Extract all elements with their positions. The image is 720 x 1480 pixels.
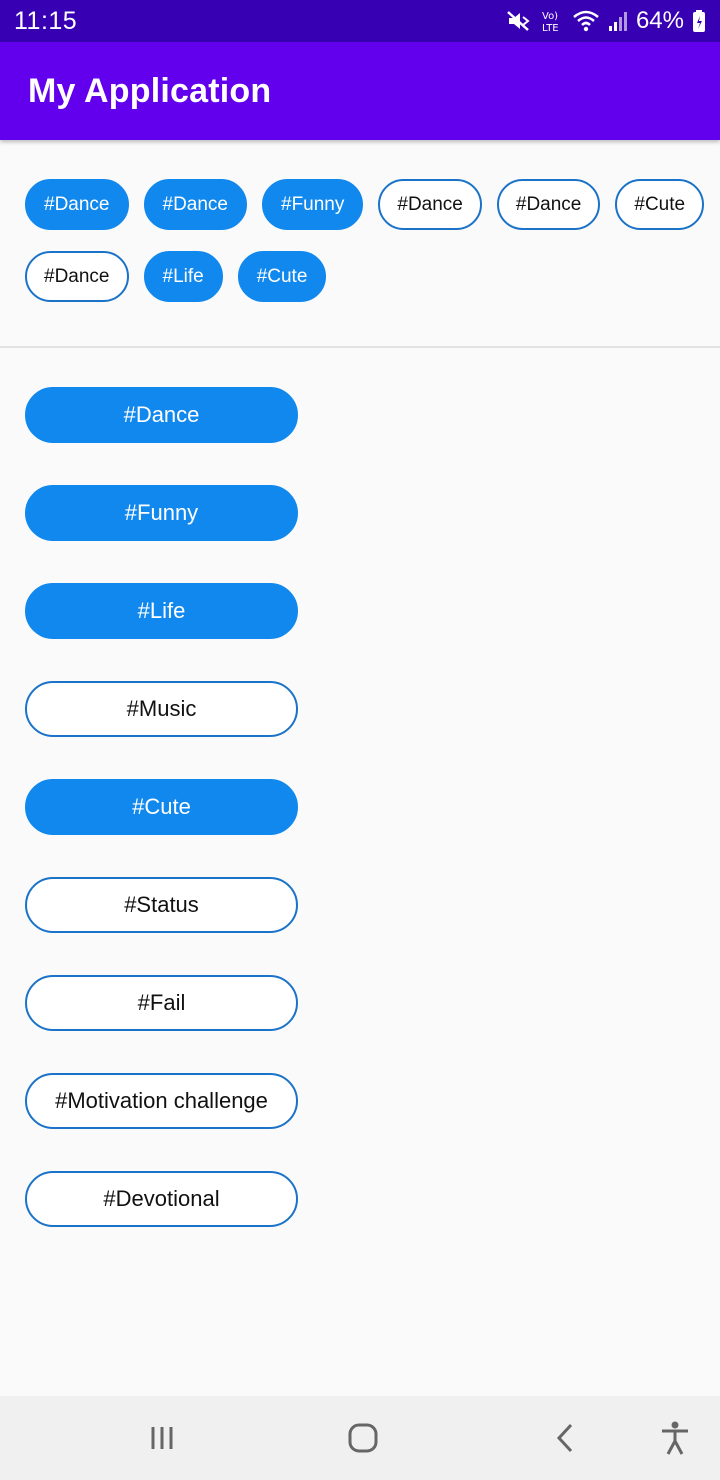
tag-button[interactable]: #Dance bbox=[25, 387, 298, 443]
chip[interactable]: #Cute bbox=[615, 179, 705, 230]
status-time: 11:15 bbox=[14, 6, 78, 35]
svg-text:Vo): Vo) bbox=[542, 11, 558, 22]
mute-icon bbox=[506, 9, 532, 33]
chip[interactable]: #Life bbox=[143, 251, 223, 302]
tag-button[interactable]: #Devotional bbox=[25, 1171, 298, 1227]
battery-icon bbox=[692, 9, 706, 33]
tag-button[interactable]: #Status bbox=[25, 877, 298, 933]
chip[interactable]: #Cute bbox=[237, 251, 327, 302]
status-icons: Vo) LTE 64% bbox=[506, 7, 706, 35]
chip-group: #Dance #Dance #Funny #Dance #Dance #Cute… bbox=[25, 179, 705, 302]
back-icon[interactable] bbox=[543, 1416, 587, 1460]
divider bbox=[0, 346, 720, 348]
chip[interactable]: #Dance bbox=[25, 179, 129, 230]
tag-button[interactable]: #Life bbox=[25, 583, 298, 639]
status-bar: 11:15 Vo) LTE 64% bbox=[0, 0, 720, 42]
home-icon[interactable] bbox=[341, 1416, 385, 1460]
chip[interactable]: #Dance bbox=[378, 179, 482, 230]
tag-button[interactable]: #Fail bbox=[25, 975, 298, 1031]
tag-button[interactable]: #Motivation challenge bbox=[25, 1073, 298, 1129]
svg-text:LTE: LTE bbox=[542, 23, 559, 34]
chip[interactable]: #Funny bbox=[262, 179, 364, 230]
battery-percent: 64% bbox=[635, 7, 684, 34]
accessibility-icon[interactable] bbox=[653, 1416, 697, 1460]
chip[interactable]: #Dance bbox=[25, 251, 129, 302]
tag-button[interactable]: #Funny bbox=[25, 485, 298, 541]
wifi-icon bbox=[572, 9, 600, 33]
signal-icon bbox=[608, 9, 628, 33]
chip[interactable]: #Dance bbox=[496, 179, 601, 230]
app-title: My Application bbox=[28, 71, 272, 110]
navigation-bar bbox=[0, 1396, 720, 1480]
recent-apps-icon[interactable] bbox=[140, 1416, 184, 1460]
chip[interactable]: #Dance bbox=[143, 179, 247, 230]
tag-button[interactable]: #Music bbox=[25, 681, 298, 737]
tag-button[interactable]: #Cute bbox=[25, 779, 298, 835]
tag-list: #Dance #Funny #Life #Music #Cute #Status… bbox=[25, 387, 298, 1227]
volte-icon: Vo) LTE bbox=[540, 8, 564, 34]
app-bar: My Application bbox=[0, 42, 720, 140]
